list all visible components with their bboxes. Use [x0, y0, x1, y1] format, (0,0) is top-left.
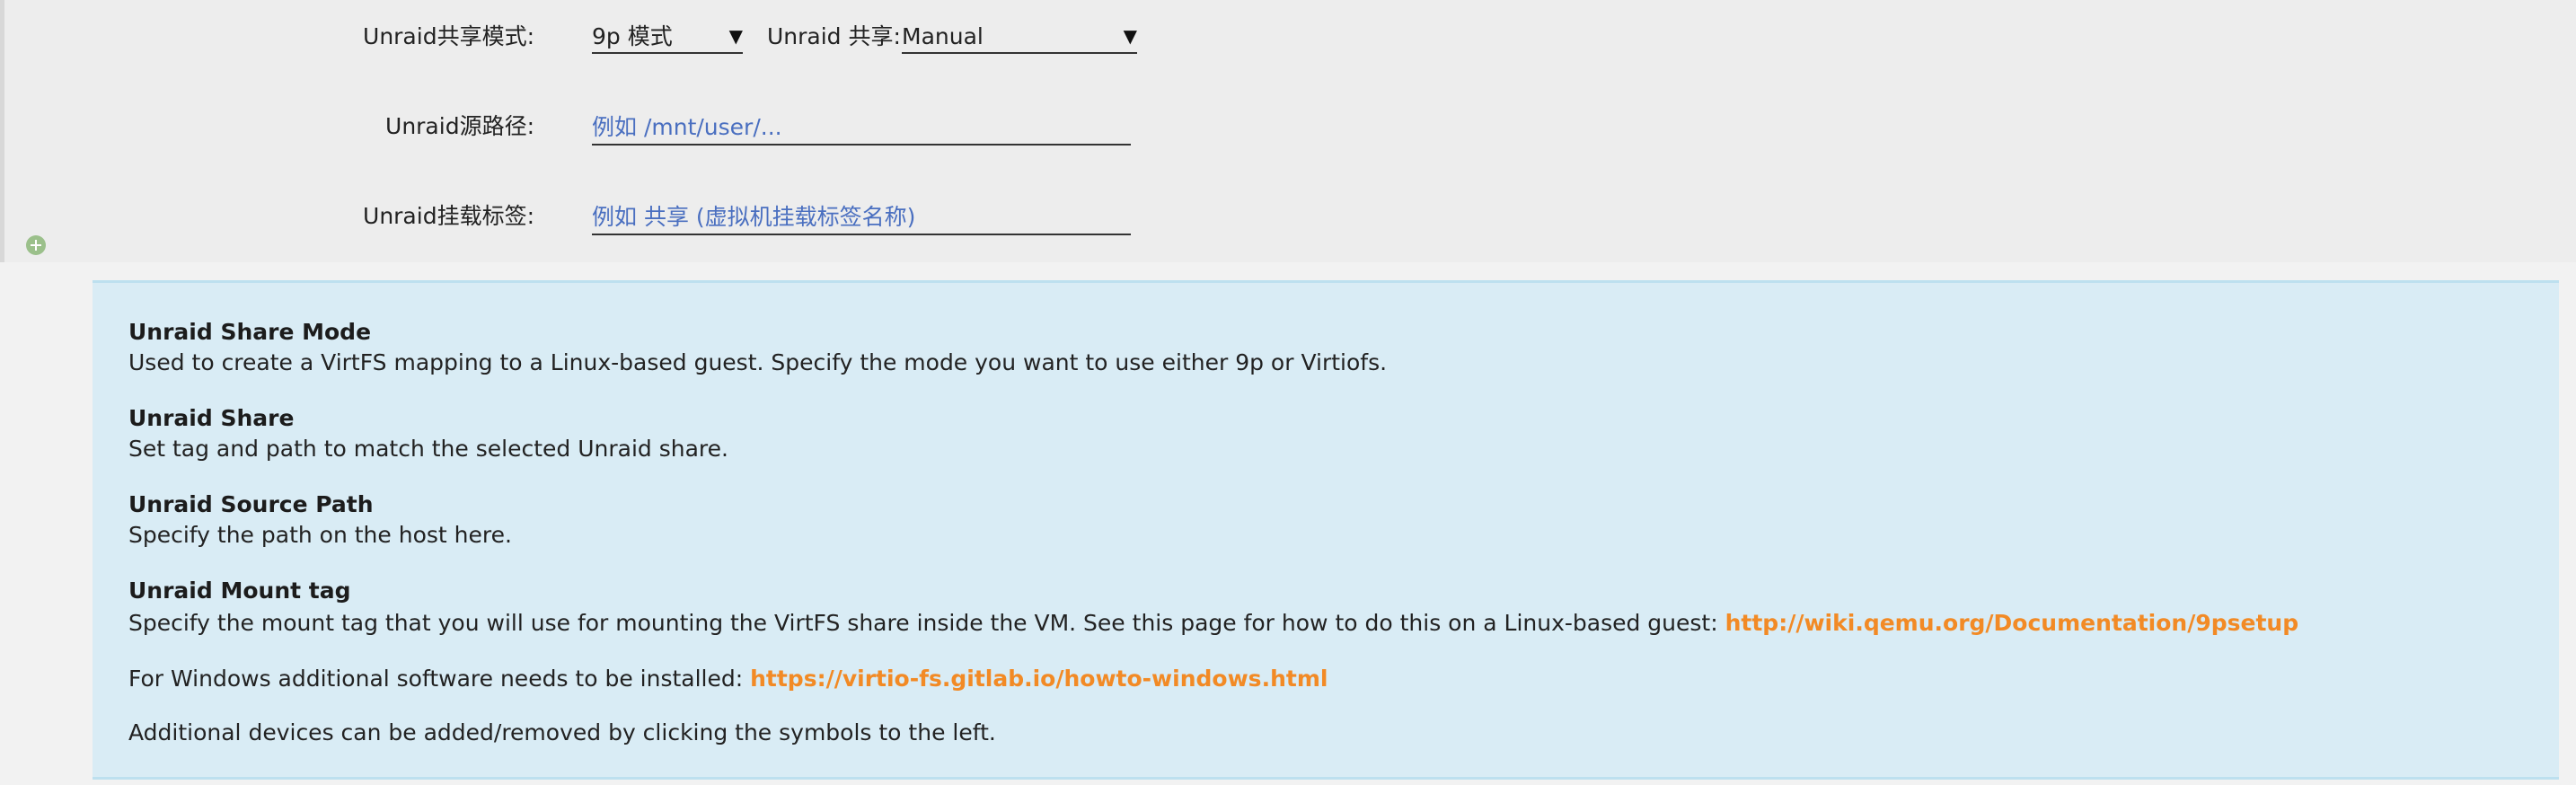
help-box: Unraid Share Mode Used to create a VirtF… [93, 280, 2559, 780]
help-share-mode-text: Used to create a VirtFS mapping to a Lin… [128, 349, 1388, 375]
source-path-label: Unraid源路径: [385, 113, 534, 139]
share-value: Manual [902, 23, 984, 49]
help-source-path-title: Unraid Source Path [128, 491, 374, 517]
share-mode-label: Unraid共享模式: [363, 23, 534, 49]
help-mount-tag-line: Specify the mount tag that you will use … [128, 610, 2298, 637]
help-share-mode-title: Unraid Share Mode [128, 319, 372, 345]
help-mount-tag-title: Unraid Mount tag [128, 578, 351, 604]
source-path-input[interactable] [592, 110, 1131, 146]
help-devices-text: Additional devices can be added/removed … [128, 719, 996, 745]
dropdown-arrow-icon: ▼ [728, 25, 743, 47]
help-source-path-text: Specify the path on the host here. [128, 522, 512, 548]
share-mode-value: 9p 模式 [592, 23, 673, 49]
mount-tag-label: Unraid挂载标签: [363, 203, 534, 229]
help-share-text: Set tag and path to match the selected U… [128, 436, 728, 462]
virtfs-share-form: Unraid共享模式: 9p 模式 ▼ Unraid 共享: Manual ▼ … [0, 0, 2576, 262]
qemu-9psetup-link[interactable]: http://wiki.qemu.org/Documentation/9pset… [1725, 610, 2299, 636]
dropdown-arrow-icon: ▼ [1123, 25, 1137, 47]
help-windows-text: For Windows additional software needs to… [128, 666, 751, 692]
help-windows-line: For Windows additional software needs to… [128, 666, 1328, 692]
help-share-title: Unraid Share [128, 405, 295, 431]
mount-tag-input[interactable] [592, 199, 1131, 235]
share-label: Unraid 共享: [767, 23, 901, 49]
share-select[interactable]: Manual ▼ [902, 23, 1137, 54]
virtiofs-windows-link[interactable]: https://virtio-fs.gitlab.io/howto-window… [750, 666, 1328, 692]
help-mount-tag-text: Specify the mount tag that you will use … [128, 610, 1725, 636]
share-mode-select[interactable]: 9p 模式 ▼ [592, 23, 743, 54]
plus-circle-icon[interactable] [26, 235, 46, 255]
